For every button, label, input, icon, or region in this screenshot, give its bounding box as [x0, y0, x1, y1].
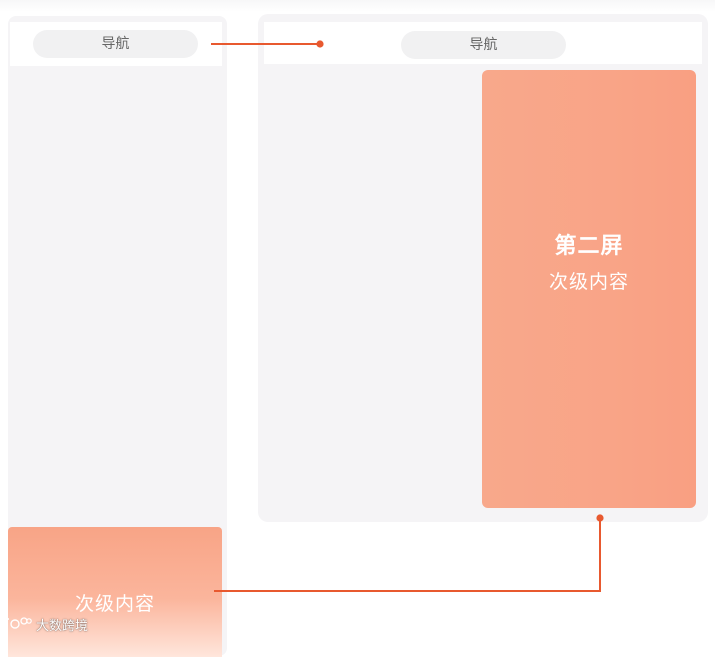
second-screen-block: 第二屏 次级内容 — [482, 70, 696, 508]
tt-logo-icon — [4, 617, 32, 629]
content-connector-line — [214, 518, 601, 592]
left-screen-mockup: 导航 次级内容 — [8, 16, 227, 657]
right-screen-mockup: 导航 第二屏 次级内容 — [258, 14, 708, 522]
right-nav-pill: 导航 — [401, 31, 566, 59]
second-screen-subtitle: 次级内容 — [548, 271, 629, 293]
second-screen-title: 第二屏 — [554, 234, 624, 259]
left-secondary-label: 次级内容 — [74, 593, 155, 615]
right-nav-bar: 导航 — [264, 22, 702, 64]
left-nav-pill: 导航 — [33, 30, 198, 58]
watermark-text: 大数跨境 — [36, 618, 89, 634]
watermark: 大数跨境 — [4, 614, 88, 634]
top-strip — [0, 0, 715, 12]
left-nav-bar: 导航 — [10, 22, 222, 66]
